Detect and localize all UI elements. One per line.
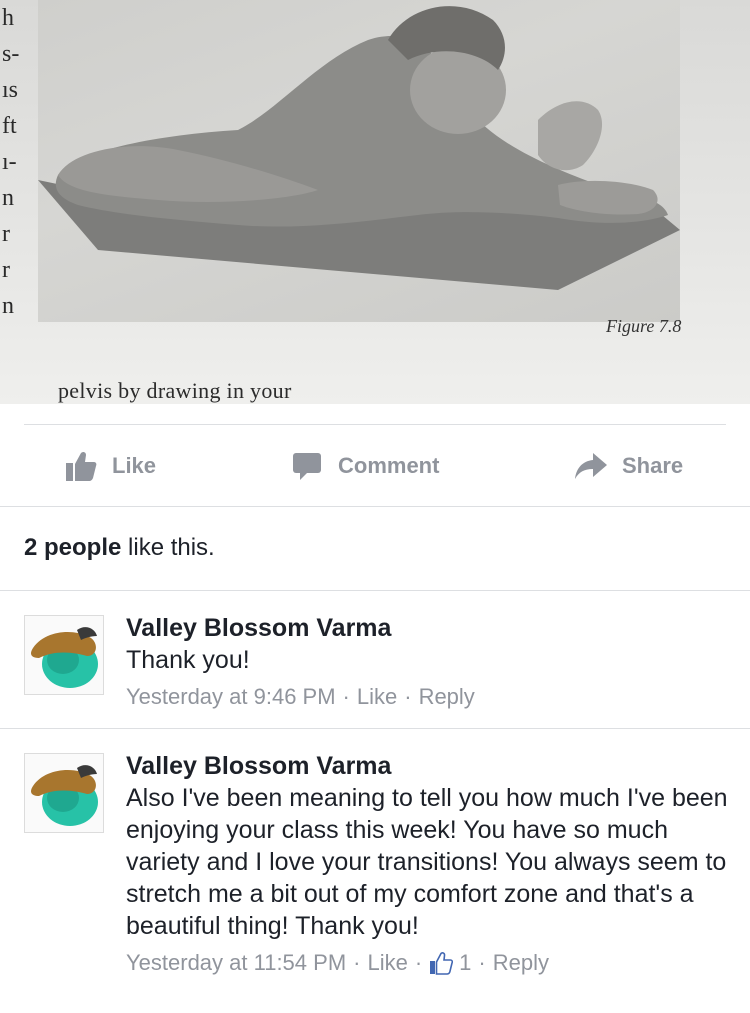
comment-text: Thank you!	[126, 646, 250, 674]
avatar[interactable]	[24, 615, 104, 695]
comment-like-link[interactable]: Like	[357, 682, 397, 712]
like-button-label: Like	[112, 453, 157, 478]
thumbs-up-icon	[64, 449, 98, 483]
share-arrow-icon	[574, 449, 608, 483]
avatar[interactable]	[24, 753, 104, 833]
comment-timestamp[interactable]: Yesterday at 9:46 PM	[126, 682, 336, 712]
speech-bubble-icon	[290, 449, 324, 483]
thumbs-up-icon	[429, 951, 454, 975]
figure-caption: Figure 7.8	[606, 316, 682, 336]
comment-timestamp[interactable]: Yesterday at 11:54 PM	[126, 948, 346, 978]
post-photo[interactable]: h s- ıs ft ı- n r r n Figure 7.8 pelvis …	[0, 0, 750, 404]
share-button-label: Share	[622, 453, 684, 478]
comment-author[interactable]: Valley Blossom Varma	[126, 612, 730, 644]
book-bottom-text: pelvis by drawing in your	[58, 378, 292, 403]
divider	[0, 590, 750, 591]
comment-author[interactable]: Valley Blossom Varma	[126, 750, 730, 782]
comment-text: Also I've been meaning to tell you how m…	[126, 784, 728, 940]
yoga-pose-illustration	[38, 6, 680, 290]
book-edge-text: h s- ıs ft ı- n r r n	[2, 5, 20, 319]
comment-like-link[interactable]: Like	[367, 948, 407, 978]
comment-button-label: Comment	[338, 453, 440, 478]
post-action-bar: Like Comment Share	[24, 424, 726, 506]
comment-like-count[interactable]: 1	[459, 948, 471, 978]
comment-reply-link[interactable]: Reply	[493, 948, 549, 978]
comment-meta: Yesterday at 11:54 PM · Like · 1 · Reply	[126, 948, 730, 978]
likes-suffix: like this.	[121, 534, 215, 561]
comment-reply-link[interactable]: Reply	[419, 682, 475, 712]
share-button[interactable]: Share	[574, 425, 683, 507]
divider	[0, 506, 750, 507]
divider	[0, 728, 750, 729]
likes-summary[interactable]: 2 people like this.	[24, 534, 215, 562]
like-button[interactable]: Like	[64, 425, 156, 507]
comment-meta: Yesterday at 9:46 PM · Like · Reply	[126, 682, 730, 712]
likes-count[interactable]: 2 people	[24, 534, 121, 561]
